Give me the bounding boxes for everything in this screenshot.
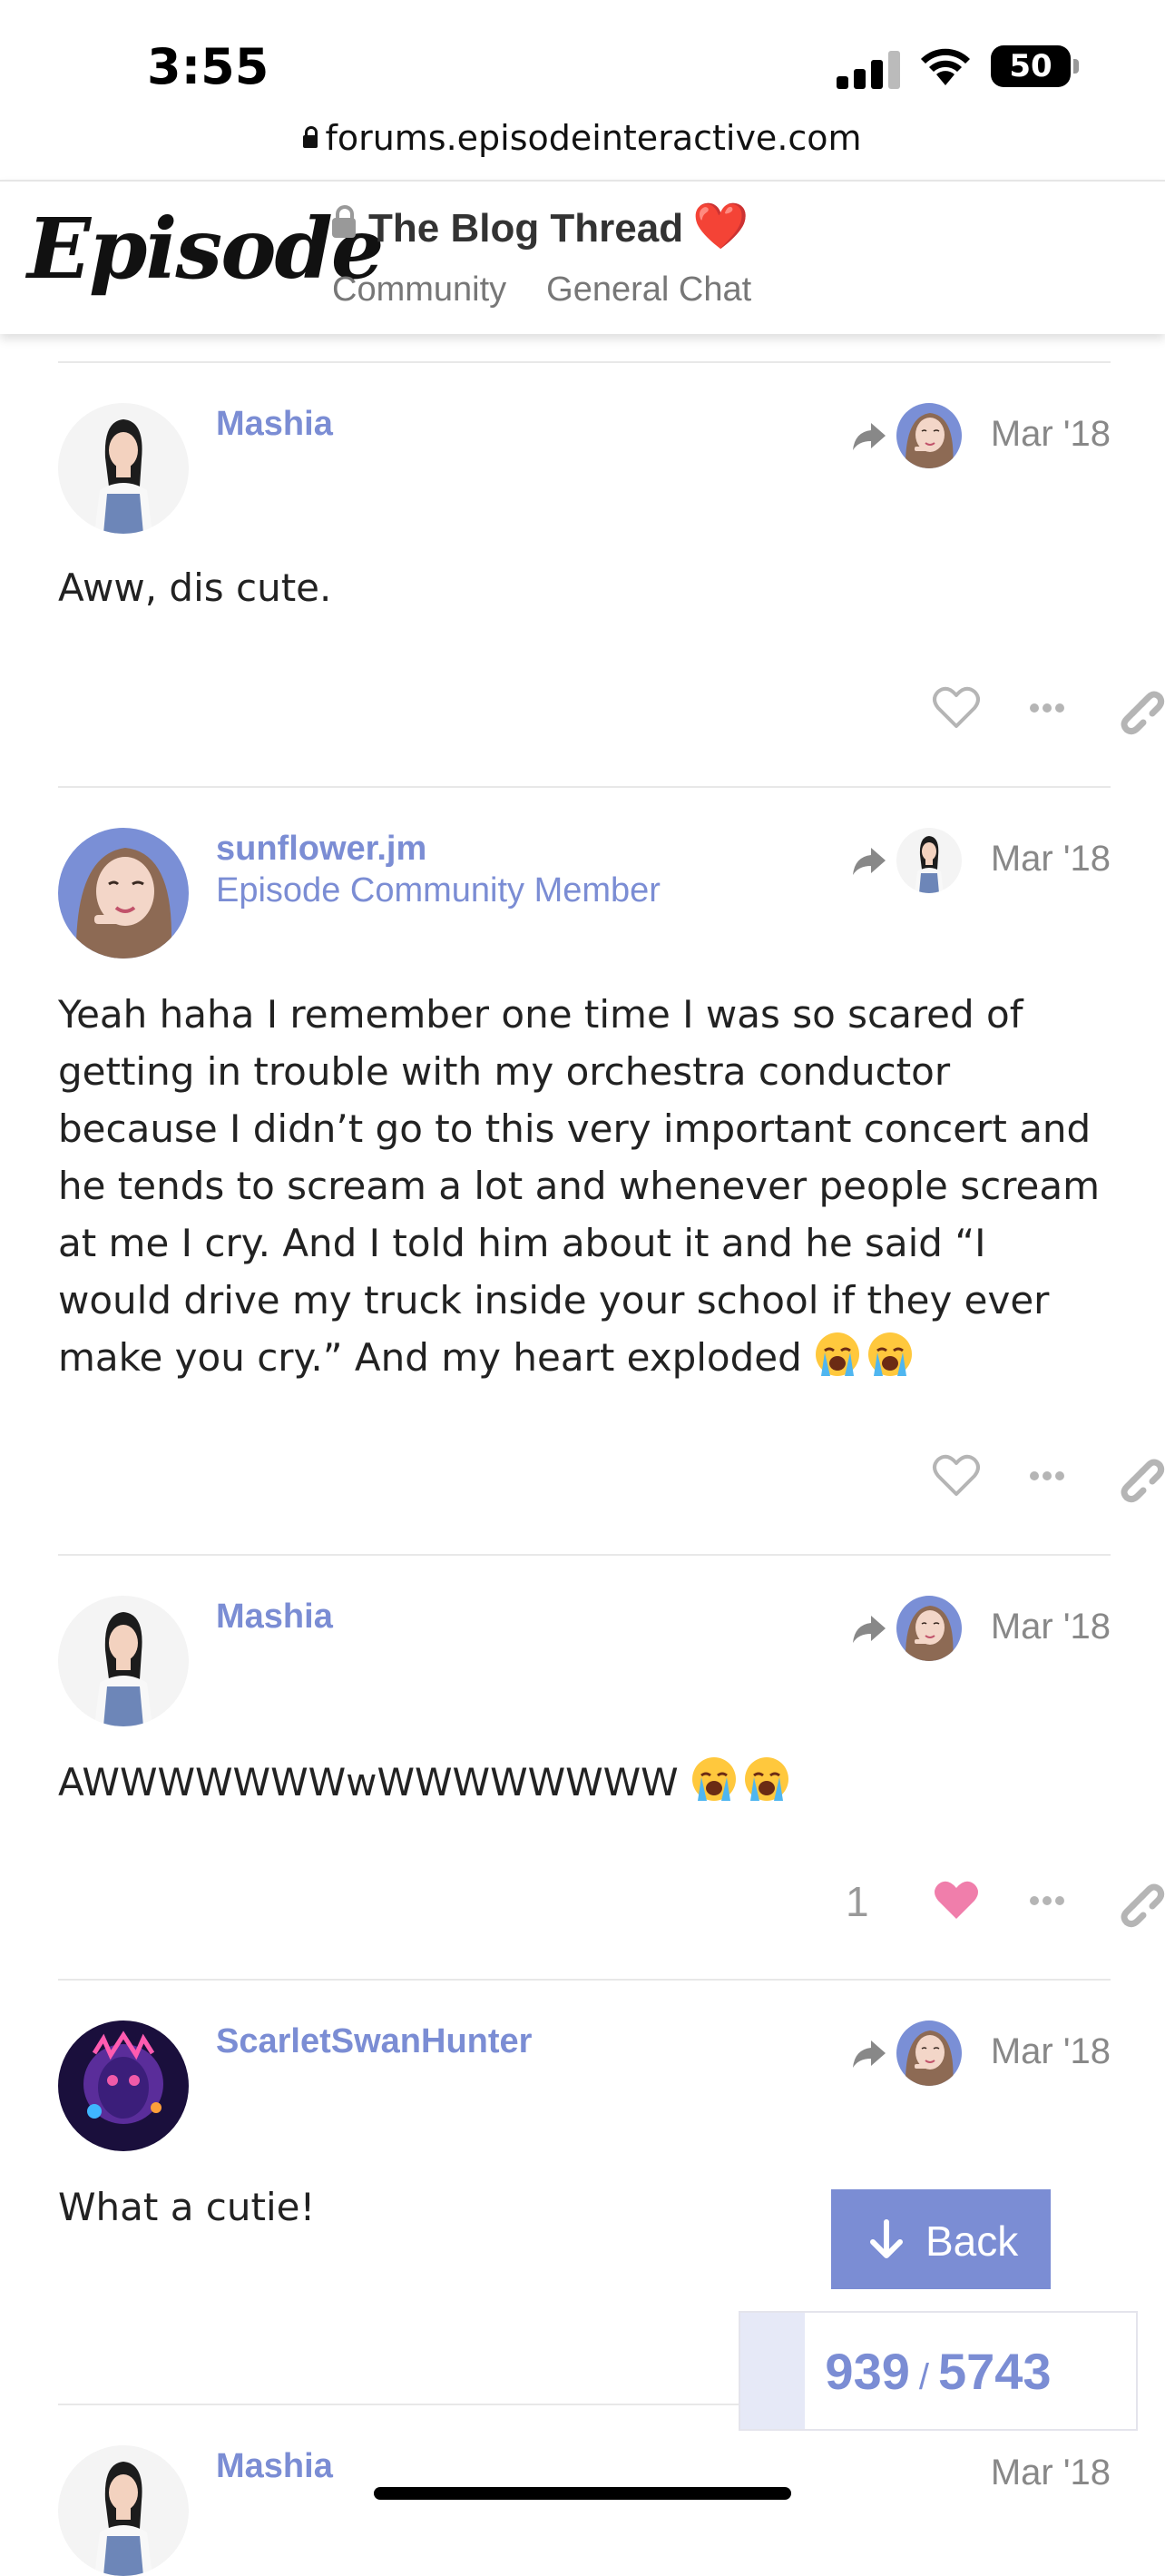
post-date[interactable]: Mar '18 [991, 414, 1111, 455]
post-username[interactable]: Mashia [216, 2447, 333, 2486]
progress-separator: / [918, 2357, 929, 2397]
post-username[interactable]: Mashia [216, 1598, 333, 1637]
back-button[interactable]: Back [831, 2189, 1051, 2289]
link-icon[interactable] [1111, 681, 1165, 735]
progress-total: 5743 [937, 2343, 1052, 2400]
heart-emoji: ❤️ [692, 201, 749, 251]
battery-nub [1073, 59, 1079, 74]
post-body: Aww, dis cute. [58, 565, 332, 610]
post-divider [58, 786, 1111, 788]
battery-indicator: 50 [991, 45, 1071, 87]
post-date[interactable]: Mar '18 [991, 839, 1111, 880]
arrow-down-icon [870, 2219, 903, 2258]
post-body: AWWWWWWWwWWWWWWWW [58, 1754, 1111, 1811]
ellipsis-icon[interactable] [1020, 681, 1074, 735]
progress-counter: 939/5743 [740, 2342, 1136, 2401]
crying-face-emoji [814, 1331, 861, 1378]
crying-face-emoji [743, 1755, 790, 1803]
thread-title-text: The Blog Thread [368, 206, 684, 251]
avatar[interactable] [58, 2020, 189, 2151]
site-header: Episode The Blog Thread ❤️ Community Gener… [0, 180, 1165, 334]
reply-arrow-icon[interactable] [851, 844, 887, 877]
reply-to-avatar[interactable] [896, 2020, 962, 2086]
link-icon[interactable] [1111, 1873, 1165, 1928]
link-icon[interactable] [1111, 1449, 1165, 1503]
avatar[interactable] [58, 1596, 189, 1726]
reply-to-avatar[interactable] [896, 403, 962, 468]
reply-arrow-icon[interactable] [851, 1612, 887, 1645]
like-heart-icon[interactable] [929, 1449, 984, 1503]
post-date[interactable]: Mar '18 [991, 2031, 1111, 2072]
ellipsis-icon[interactable] [1020, 1449, 1074, 1503]
post-actions [748, 1449, 1111, 1512]
lock-icon [332, 205, 356, 238]
post-body: Yeah haha I remember one time I was so s… [58, 986, 1111, 1386]
crying-face-emoji [866, 1331, 914, 1378]
crying-face-emoji [690, 1755, 738, 1803]
url-text: forums.episodeinteractive.com [325, 118, 862, 158]
status-bar: 3:55 50 forums.episodeinteractive.com [0, 0, 1165, 158]
post-divider [58, 361, 1111, 363]
reply-to-avatar[interactable] [896, 1596, 962, 1661]
avatar[interactable] [58, 828, 189, 959]
clock: 3:55 [147, 38, 269, 95]
post-divider [58, 1979, 1111, 1981]
post-username[interactable]: ScarletSwanHunter [216, 2022, 532, 2061]
post-actions: 1 [748, 1873, 1111, 1937]
reply-arrow-icon[interactable] [851, 2037, 887, 2070]
wifi-icon [921, 48, 970, 85]
like-count[interactable]: 1 [846, 1877, 869, 1926]
breadcrumb-general-chat[interactable]: General Chat [546, 270, 751, 309]
thread-title[interactable]: The Blog Thread ❤️ [332, 200, 749, 253]
liked-heart-icon[interactable] [929, 1873, 984, 1928]
post-body-text: Yeah haha I remember one time I was so s… [58, 992, 1101, 1380]
breadcrumb-community[interactable]: Community [332, 270, 506, 309]
reply-to-avatar[interactable] [896, 828, 962, 893]
breadcrumb: Community General Chat [332, 270, 791, 310]
episode-logo[interactable]: Episode [27, 200, 384, 298]
timeline-progress[interactable]: 939/5743 [739, 2311, 1138, 2431]
cellular-signal-icon [837, 47, 902, 89]
post-actions [748, 681, 1111, 744]
post-divider [58, 1554, 1111, 1556]
avatar[interactable] [58, 403, 189, 534]
post-username[interactable]: sunflower.jm [216, 830, 426, 869]
home-indicator[interactable] [374, 2487, 791, 2500]
post-date[interactable]: Mar '18 [991, 1607, 1111, 1647]
post-date[interactable]: Mar '18 [991, 2453, 1111, 2493]
like-heart-icon[interactable] [929, 681, 984, 735]
user-title: Episode Community Member [216, 871, 661, 909]
progress-current: 939 [825, 2343, 910, 2400]
post-body-text: AWWWWWWWwWWWWWWWW [58, 1760, 679, 1804]
avatar[interactable] [58, 2445, 189, 2576]
back-button-label: Back [925, 2217, 1019, 2265]
reply-arrow-icon[interactable] [851, 419, 887, 452]
lock-icon [303, 126, 318, 148]
ellipsis-icon[interactable] [1020, 1873, 1074, 1928]
post-username[interactable]: Mashia [216, 405, 333, 444]
address-bar[interactable]: forums.episodeinteractive.com [0, 118, 1165, 158]
